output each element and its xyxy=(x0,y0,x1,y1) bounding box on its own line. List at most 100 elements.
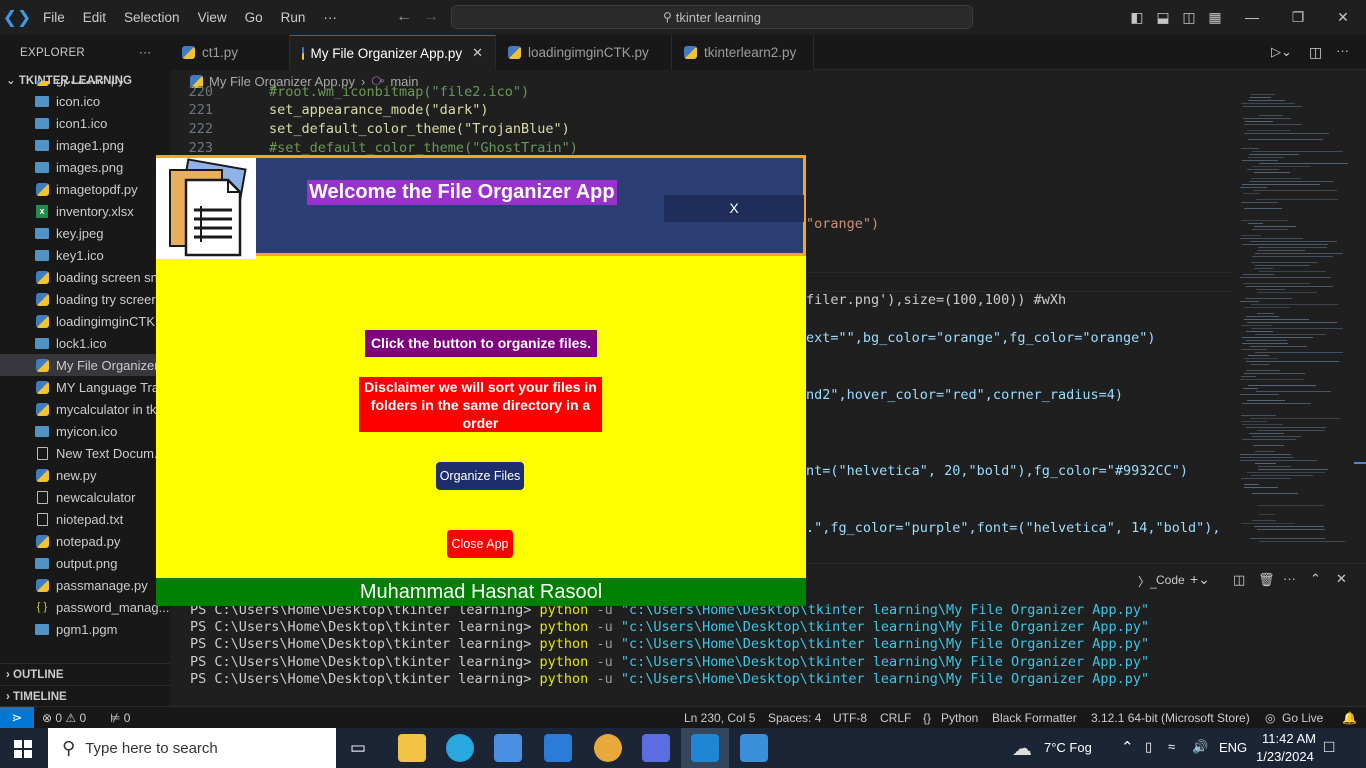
wifi-icon[interactable]: ≈ xyxy=(1168,739,1175,754)
back-arrow-icon[interactable]: ← xyxy=(396,8,412,26)
file-item[interactable]: key1.ico xyxy=(0,244,170,266)
photos-app-icon[interactable] xyxy=(740,734,768,762)
indentation[interactable]: Spaces: 4 xyxy=(768,707,821,729)
new-terminal-icon[interactable]: +⌄ xyxy=(1190,571,1210,588)
file-item[interactable]: { } password_manag... xyxy=(0,596,170,618)
clock-time[interactable]: 11:42 AM xyxy=(1262,731,1316,746)
notifications-icon[interactable]: 🔔 xyxy=(1342,707,1357,729)
timeline-section[interactable]: › TIMELINE xyxy=(0,685,170,707)
app-icon[interactable] xyxy=(642,734,670,762)
toggle-sidebar-icon[interactable]: ◧ xyxy=(1129,9,1145,25)
terminal-name[interactable]: Code xyxy=(1156,573,1185,587)
minimap[interactable] xyxy=(1232,92,1352,562)
file-item[interactable]: icon.ico xyxy=(0,90,170,112)
command-center-search[interactable]: ⚲ tkinter learning xyxy=(451,5,973,29)
windows-start-icon[interactable] xyxy=(14,740,32,758)
file-item[interactable]: loading try screer xyxy=(0,288,170,310)
end-of-line[interactable]: CRLF xyxy=(880,707,911,729)
file-item[interactable]: x inventory.xlsx xyxy=(0,200,170,222)
file-item[interactable]: MY Language Tra xyxy=(0,376,170,398)
toggle-secondary-sidebar-icon[interactable]: ◫ xyxy=(1181,9,1197,25)
menu-view[interactable]: View xyxy=(189,0,236,35)
cursor-position[interactable]: Ln 230, Col 5 xyxy=(684,707,755,729)
tab-tkinterlearn2[interactable]: tkinterlearn2.py xyxy=(672,35,814,70)
maximize-panel-icon[interactable]: ⌃ xyxy=(1310,571,1321,587)
input-language[interactable]: ENG xyxy=(1219,740,1247,755)
vscode-taskbar-icon[interactable] xyxy=(691,734,719,762)
menu-file[interactable]: File xyxy=(34,0,74,35)
x-close-button[interactable]: X xyxy=(664,195,804,222)
file-item[interactable]: output.png xyxy=(0,552,170,574)
file-item[interactable]: niotepad.txt xyxy=(0,508,170,530)
problems-count[interactable]: ⊗ 0 ⚠ 0 xyxy=(42,707,86,729)
file-item[interactable]: key.jpeg xyxy=(0,222,170,244)
formatter[interactable]: Black Formatter xyxy=(992,707,1077,729)
tab-my-file-organizer[interactable]: My File Organizer App.py ✕ xyxy=(290,35,496,70)
tab-loadingimginctk[interactable]: loadingimginCTK.py xyxy=(496,35,672,70)
minimap-line xyxy=(1250,346,1307,347)
outline-section[interactable]: › OUTLINE xyxy=(0,663,170,685)
file-item[interactable]: images.png xyxy=(0,156,170,178)
menu-edit[interactable]: Edit xyxy=(74,0,115,35)
file-item[interactable]: notepad.py xyxy=(0,530,170,552)
file-item[interactable]: newcalculator xyxy=(0,486,170,508)
split-editor-icon[interactable]: ◫ xyxy=(1309,44,1322,61)
kill-terminal-icon[interactable]: 🗑 xyxy=(1258,572,1275,588)
file-item[interactable]: new.py xyxy=(0,464,170,486)
file-item[interactable]: lock1.ico xyxy=(0,332,170,354)
medal-app-icon[interactable] xyxy=(594,734,622,762)
menu-go[interactable]: Go xyxy=(236,0,272,35)
file-item[interactable]: passmanage.py xyxy=(0,574,170,596)
edge-browser-icon[interactable] xyxy=(446,734,474,762)
close-app-button[interactable]: Close App xyxy=(447,530,513,558)
file-item[interactable]: My File Organizer xyxy=(0,354,170,376)
forward-arrow-icon[interactable]: → xyxy=(423,8,439,26)
file-item[interactable]: New Text Docum... xyxy=(0,442,170,464)
python-interpreter[interactable]: 3.12.1 64-bit (Microsoft Store) xyxy=(1091,707,1250,729)
task-view-icon[interactable]: ▭ xyxy=(350,738,366,758)
mail-icon[interactable] xyxy=(544,734,572,762)
close-panel-icon[interactable]: ✕ xyxy=(1336,571,1347,587)
notification-center-icon[interactable]: □ xyxy=(1324,737,1334,757)
run-icon[interactable]: ▷⌄ xyxy=(1271,44,1292,60)
file-item[interactable]: loadingimginCTK. xyxy=(0,310,170,332)
language-mode[interactable]: Python xyxy=(941,707,978,729)
ports-icon[interactable]: ⊭ 0 xyxy=(110,707,130,729)
split-terminal-icon[interactable]: ◫ xyxy=(1233,572,1245,588)
panel-more-icon[interactable]: ··· xyxy=(1283,571,1296,586)
weather-text[interactable]: 7°C Fog xyxy=(1044,740,1092,755)
clock-date[interactable]: 1/23/2024 xyxy=(1256,749,1314,764)
file-item[interactable]: mycalculator in tk xyxy=(0,398,170,420)
editor-more-icon[interactable]: ··· xyxy=(1336,43,1349,58)
organize-files-button[interactable]: Organize Files xyxy=(436,462,524,490)
file-item[interactable]: image1.png xyxy=(0,134,170,156)
close-window-icon[interactable]: ✕ xyxy=(1335,9,1351,25)
tab-ct1[interactable]: ct1.py xyxy=(170,35,290,70)
editor-scrollbar[interactable] xyxy=(1352,92,1366,562)
explorer-more-icon[interactable]: ··· xyxy=(139,47,151,59)
menu-run[interactable]: Run xyxy=(272,0,315,35)
menu-more[interactable]: ··· xyxy=(314,0,346,35)
remote-icon[interactable]: ⋗ xyxy=(0,707,34,729)
toggle-panel-icon[interactable]: ⬓ xyxy=(1155,9,1171,25)
close-tab-icon[interactable]: ✕ xyxy=(472,45,483,61)
minimize-icon[interactable]: — xyxy=(1244,9,1260,25)
file-item[interactable]: gpt form .py xyxy=(0,81,170,90)
taskbar-search-box[interactable]: ⚲ Type here to search xyxy=(48,728,336,768)
battery-icon[interactable]: ▯ xyxy=(1145,739,1152,755)
volume-icon[interactable]: 🔊 xyxy=(1192,739,1208,755)
file-item[interactable]: myicon.ico xyxy=(0,420,170,442)
file-item[interactable]: imagetopdf.py xyxy=(0,178,170,200)
go-live-button[interactable]: Go Live xyxy=(1282,707,1323,729)
show-hidden-icons-icon[interactable]: ⌃ xyxy=(1121,738,1134,756)
file-explorer-icon[interactable] xyxy=(398,734,426,762)
file-item[interactable]: loading screen sn xyxy=(0,266,170,288)
file-item[interactable]: pgm1.pgm xyxy=(0,618,170,640)
encoding[interactable]: UTF-8 xyxy=(833,707,867,729)
restore-icon[interactable]: ❐ xyxy=(1290,9,1306,25)
microsoft-store-icon[interactable] xyxy=(494,734,522,762)
minimap-line xyxy=(1247,400,1285,401)
customize-layout-icon[interactable]: ▦ xyxy=(1207,9,1223,25)
menu-selection[interactable]: Selection xyxy=(115,0,189,35)
file-item[interactable]: icon1.ico xyxy=(0,112,170,134)
